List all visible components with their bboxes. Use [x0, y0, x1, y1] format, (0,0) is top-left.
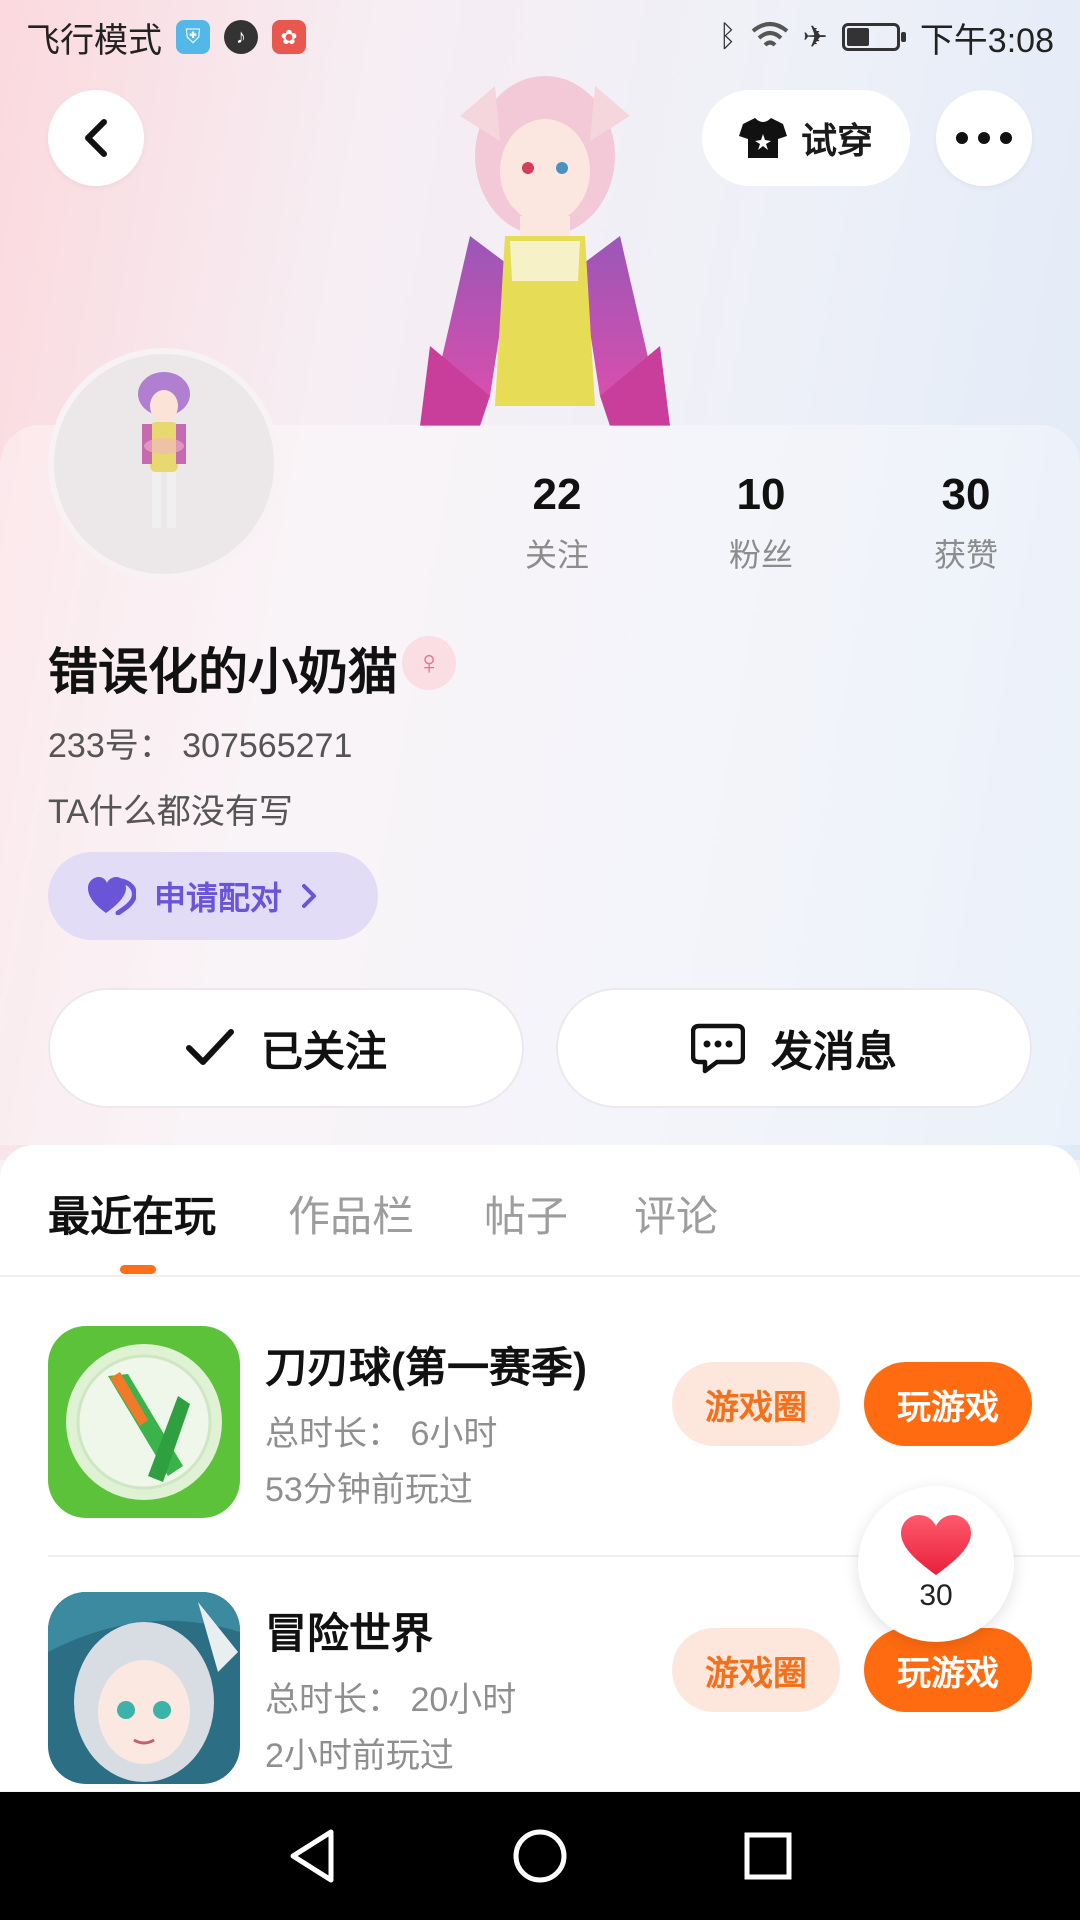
tab-divider	[0, 1275, 1080, 1277]
followed-label: 已关注	[260, 1027, 387, 1075]
try-on-button[interactable]: 试穿	[702, 90, 910, 186]
shield-app-icon: ⛨	[176, 20, 210, 54]
nav-home-icon[interactable]	[512, 1828, 568, 1884]
stat-following-label: 关注	[524, 537, 589, 573]
try-on-label: 试穿	[800, 120, 873, 161]
heart-pair-icon	[88, 877, 136, 915]
tiktok-icon: ♪	[224, 20, 258, 54]
tab-works[interactable]: 作品栏	[288, 1183, 414, 1244]
stat-fans-value: 10	[736, 470, 786, 519]
request-pair-label: 申请配对	[154, 880, 283, 916]
system-nav-bar	[0, 1792, 1080, 1920]
more-button[interactable]	[936, 90, 1032, 186]
stat-likes[interactable]: 30 获赞	[886, 470, 1046, 576]
checkmark-icon	[185, 1029, 234, 1065]
avatar-character-illustration	[420, 76, 670, 426]
heart-icon	[901, 1515, 971, 1575]
airplane-icon: ✈	[802, 20, 828, 54]
profile-bio: TA什么都没有写	[48, 793, 293, 831]
game-icon-adventure-world	[48, 1592, 240, 1784]
tab-posts[interactable]: 帖子	[484, 1183, 568, 1244]
huawei-icon: ✿	[272, 20, 306, 54]
like-button[interactable]: 30	[858, 1486, 1014, 1642]
tshirt-icon	[738, 118, 787, 158]
more-dots-icon	[956, 132, 1012, 144]
stat-following-value: 22	[532, 470, 582, 519]
stat-likes-label: 获赞	[933, 537, 998, 573]
profile-uid: 233号： 307565271	[48, 727, 353, 765]
stat-fans-label: 粉丝	[728, 537, 793, 573]
back-button[interactable]	[48, 90, 144, 186]
battery-icon	[841, 23, 906, 51]
game-circle-button[interactable]: 游戏圈	[672, 1362, 840, 1446]
tab-comments[interactable]: 评论	[634, 1183, 718, 1244]
followed-button[interactable]: 已关注	[48, 988, 524, 1108]
game-duration: 总时长： 20小时	[265, 1681, 517, 1719]
nav-back-icon[interactable]	[287, 1828, 337, 1884]
play-game-button[interactable]: 玩游戏	[864, 1362, 1032, 1446]
game-duration: 总时长： 6小时	[265, 1415, 498, 1453]
status-bar: 飞行模式 ⛨ ♪ ✿ ᛒ ✈ 下午3:08	[0, 0, 1080, 74]
game-title: 刀刃球(第一赛季)	[265, 1344, 587, 1391]
profile-name: 错误化的小奶猫	[48, 644, 398, 700]
stat-likes-value: 30	[941, 470, 991, 519]
send-message-button[interactable]: 发消息	[556, 988, 1032, 1108]
chat-bubble-icon	[690, 1023, 745, 1074]
wifi-icon	[751, 22, 788, 47]
stat-fans[interactable]: 10 粉丝	[681, 470, 841, 576]
stat-following[interactable]: 22 关注	[477, 470, 637, 576]
chevron-left-icon	[85, 119, 107, 157]
like-count: 30	[919, 1579, 953, 1612]
game-last-played: 2小时前玩过	[265, 1737, 454, 1775]
avatar[interactable]	[48, 348, 280, 580]
female-gender-icon: ♀	[402, 636, 456, 690]
nav-recents-icon[interactable]	[743, 1831, 793, 1881]
avatar-figure-image	[138, 372, 190, 528]
status-time: 下午3:08	[919, 21, 1054, 60]
airplane-mode-label: 飞行模式	[26, 21, 162, 60]
tab-recently-played[interactable]: 最近在玩	[48, 1183, 216, 1244]
send-message-label: 发消息	[770, 1027, 897, 1075]
request-pair-button[interactable]: 申请配对	[48, 852, 378, 940]
active-tab-indicator	[120, 1265, 156, 1274]
bluetooth-icon: ᛒ	[718, 20, 737, 53]
game-title: 冒险世界	[265, 1610, 434, 1657]
game-last-played: 53分钟前玩过	[265, 1471, 473, 1509]
chevron-right-icon	[302, 884, 317, 908]
game-circle-button[interactable]: 游戏圈	[672, 1628, 840, 1712]
game-icon-blade-ball	[48, 1326, 240, 1518]
